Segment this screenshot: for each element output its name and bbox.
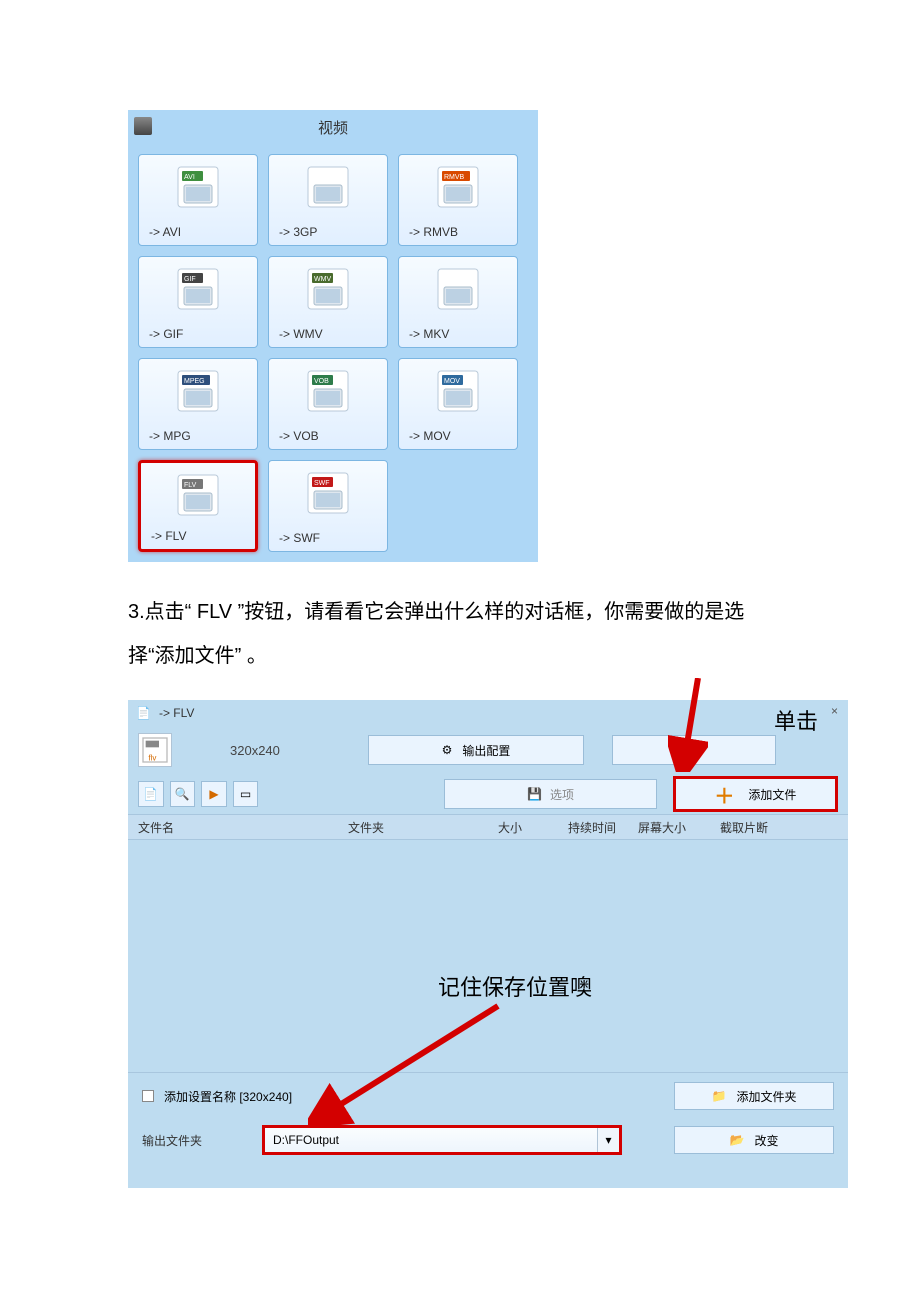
format-tile-label: -> VOB: [279, 429, 319, 443]
format-tile-mkv[interactable]: -> MKV: [398, 256, 518, 348]
svg-text:VOB: VOB: [314, 378, 329, 385]
col-folder: 文件夹: [348, 819, 498, 836]
add-file-label: 添加文件: [748, 786, 796, 803]
resolution-label: 320x240: [230, 743, 330, 758]
col-dur: 持续时间: [568, 819, 638, 836]
wmv-icon: WMV: [300, 267, 356, 311]
tool-button-1[interactable]: 📄: [138, 781, 164, 807]
format-tile-gif[interactable]: GIF -> GIF: [138, 256, 258, 348]
add-setting-label: 添加设置名称 [320x240]: [164, 1088, 292, 1105]
col-name: 文件名: [138, 819, 348, 836]
mkv-icon: [430, 267, 486, 311]
format-tile-label: -> AVI: [149, 225, 181, 239]
format-tile-label: -> MOV: [409, 429, 451, 443]
file-list-headers: 文件名 文件夹 大小 持续时间 屏幕大小 截取片断: [128, 814, 848, 840]
panel-title-bar: 视频: [128, 110, 538, 144]
add-setting-checkbox[interactable]: [142, 1090, 154, 1102]
output-folder-label: 输出文件夹: [142, 1132, 252, 1149]
options-label: 选项: [550, 786, 574, 803]
format-tile-3gp[interactable]: -> 3GP: [268, 154, 388, 246]
col-size: 大小: [498, 819, 568, 836]
instruction-text: 3.点击“ FLV ”按钮，请看看它会弹出什么样的对话框，你需要做的是选择“添加…: [128, 590, 768, 678]
svg-text:AVI: AVI: [184, 174, 195, 181]
tool-button-2[interactable]: 🔍: [170, 781, 196, 807]
format-tile-label: -> MPG: [149, 429, 191, 443]
file-list-body: 记住保存位置噢: [128, 840, 848, 1072]
gif-icon: GIF: [170, 267, 226, 311]
tool-button-play[interactable]: ▶: [201, 781, 227, 807]
output-folder-dropdown[interactable]: ▾: [597, 1128, 619, 1152]
dialog-footer: 添加设置名称 [320x240] 📁 添加文件夹 输出文件夹 ▾ 📂 改变: [128, 1072, 848, 1163]
3gp-icon: [300, 165, 356, 209]
panel-title: 视频: [318, 117, 348, 138]
output-config-button[interactable]: ⚙ 输出配置: [368, 735, 584, 765]
dialog-title: -> FLV: [159, 706, 194, 720]
folder-open-icon: 📂: [730, 1133, 745, 1147]
format-tile-label: -> SWF: [279, 531, 320, 545]
format-tile-rmvb[interactable]: RMVB -> RMVB: [398, 154, 518, 246]
rmvb-icon: RMVB: [430, 165, 486, 209]
arrow-right-icon: ➡: [689, 743, 699, 757]
format-tile-mpg[interactable]: MPEG -> MPG: [138, 358, 258, 450]
output-folder-field: ▾: [262, 1125, 622, 1155]
format-tile-label: -> RMVB: [409, 225, 458, 239]
gear-icon: ⚙: [442, 743, 453, 757]
small-app-icon: 📄: [136, 706, 151, 720]
add-folder-button[interactable]: 📁 添加文件夹: [674, 1082, 834, 1110]
avi-icon: AVI: [170, 165, 226, 209]
annotation-save: 记住保存位置噢: [438, 970, 592, 1002]
mpg-icon: MPEG: [170, 369, 226, 413]
app-icon: [134, 117, 152, 135]
chevron-down-icon: ▾: [605, 1133, 611, 1147]
add-file-button[interactable]: ＋ 添加文件: [673, 776, 838, 812]
format-picker-panel: 视频 AVI -> AVI -> 3GP RMVB -> RMVB GIF -> GIF WM…: [128, 110, 538, 562]
vob-icon: VOB: [300, 369, 356, 413]
output-config-label: 输出配置: [462, 742, 510, 759]
flv-icon: FLV: [170, 473, 226, 517]
svg-text:GIF: GIF: [184, 276, 196, 283]
svg-text:SWF: SWF: [314, 480, 330, 487]
svg-text:MOV: MOV: [444, 378, 460, 385]
format-tile-avi[interactable]: AVI -> AVI: [138, 154, 258, 246]
format-tile-vob[interactable]: VOB -> VOB: [268, 358, 388, 450]
flv-dialog: 📄 -> FLV × 单击 flv 320x240 ⚙ 输出配置 ➡ 📄 �: [128, 700, 848, 1188]
svg-text:MPEG: MPEG: [184, 378, 205, 385]
format-tile-label: -> MKV: [409, 327, 449, 341]
col-clip: 截取片断: [720, 819, 800, 836]
save-icon: 💾: [527, 787, 542, 801]
format-tile-swf[interactable]: SWF -> SWF: [268, 460, 388, 552]
folder-plus-icon: 📁: [712, 1089, 727, 1103]
svg-text:FLV: FLV: [184, 482, 197, 489]
output-folder-input[interactable]: [265, 1128, 597, 1152]
tool-button-4[interactable]: ▭: [233, 781, 259, 807]
svg-text:RMVB: RMVB: [444, 174, 465, 181]
format-tile-label: -> GIF: [149, 327, 183, 341]
options-button[interactable]: 💾 选项: [444, 779, 656, 809]
format-tile-label: -> FLV: [151, 529, 186, 543]
svg-text:WMV: WMV: [314, 276, 331, 283]
add-folder-label: 添加文件夹: [736, 1088, 796, 1105]
flv-format-icon: flv: [138, 733, 172, 767]
change-label: 改变: [754, 1132, 778, 1149]
forward-arrow-button[interactable]: ➡: [612, 735, 776, 765]
col-screen: 屏幕大小: [638, 819, 720, 836]
mov-icon: MOV: [430, 369, 486, 413]
svg-text:flv: flv: [148, 754, 156, 763]
format-tile-label: -> WMV: [279, 327, 323, 341]
plus-icon: ＋: [714, 780, 734, 809]
format-tile-flv[interactable]: FLV -> FLV: [138, 460, 258, 552]
format-tile-mov[interactable]: MOV -> MOV: [398, 358, 518, 450]
close-icon[interactable]: ×: [831, 704, 838, 718]
format-tile-label: -> 3GP: [279, 225, 317, 239]
format-tile-wmv[interactable]: WMV -> WMV: [268, 256, 388, 348]
swf-icon: SWF: [300, 471, 356, 515]
change-button[interactable]: 📂 改变: [674, 1126, 834, 1154]
